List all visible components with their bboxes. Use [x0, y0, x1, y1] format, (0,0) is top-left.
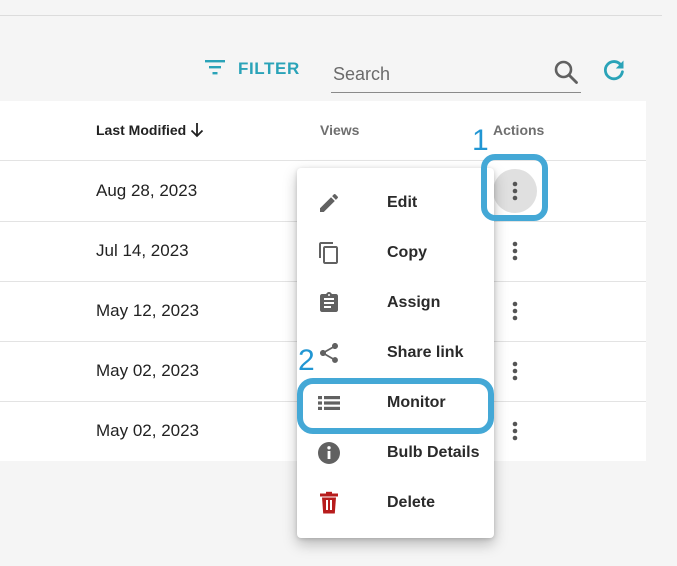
menu-item-copy[interactable]: Copy: [297, 228, 494, 278]
more-vert-icon: [512, 241, 518, 261]
column-header-views[interactable]: Views: [320, 122, 359, 138]
menu-item-label: Monitor: [387, 394, 446, 411]
filter-icon: [204, 58, 226, 81]
search-input[interactable]: [331, 60, 550, 88]
last-modified-cell: Jul 14, 2023: [96, 241, 189, 260]
menu-item-edit[interactable]: Edit: [297, 178, 494, 228]
sort-arrow-down-icon: [190, 122, 204, 138]
menu-item-label: Delete: [387, 494, 436, 511]
menu-item-label: Copy: [387, 244, 427, 261]
divider: [0, 15, 662, 16]
menu-item-label: Bulb Details: [387, 444, 480, 461]
menu-item-label: Share link: [387, 344, 464, 361]
menu-item-label: Edit: [387, 194, 418, 211]
filter-button[interactable]: FILTER: [204, 56, 300, 82]
pencil-icon: [317, 191, 341, 215]
copy-icon: [317, 241, 341, 265]
menu-item-monitor[interactable]: Monitor: [297, 378, 494, 428]
more-actions-button[interactable]: [493, 169, 537, 213]
last-modified-cell: May 02, 2023: [96, 361, 200, 380]
trash-icon: [317, 491, 341, 515]
info-icon: [317, 441, 341, 465]
share-icon: [317, 341, 341, 365]
refresh-icon[interactable]: [601, 57, 627, 88]
more-actions-button[interactable]: [505, 359, 525, 383]
more-actions-button[interactable]: [505, 299, 525, 323]
table-header: Last Modified Views Actions: [0, 101, 646, 161]
last-modified-cell: Aug 28, 2023: [96, 181, 198, 200]
more-actions-button[interactable]: [505, 239, 525, 263]
menu-item-delete[interactable]: Delete: [297, 478, 494, 528]
step-number: 1: [472, 124, 489, 157]
clipboard-icon: [317, 291, 341, 315]
filter-label: FILTER: [238, 59, 300, 78]
menu-item-assign[interactable]: Assign: [297, 278, 494, 328]
more-vert-icon: [512, 301, 518, 321]
actions-menu: Edit Copy Assign Share link Monitor Bulb…: [297, 168, 494, 538]
column-header-label: Last Modified: [96, 122, 187, 138]
more-vert-icon: [512, 421, 518, 441]
more-vert-icon: [512, 181, 518, 201]
toolbar: FILTER: [0, 0, 677, 101]
list-icon: [317, 391, 341, 415]
step-number: 2: [298, 344, 315, 377]
menu-item-label: Assign: [387, 294, 441, 311]
more-vert-icon: [512, 361, 518, 381]
search-icon[interactable]: [553, 59, 579, 90]
menu-item-bulb-details[interactable]: Bulb Details: [297, 428, 494, 478]
column-header-actions: Actions: [493, 122, 545, 138]
last-modified-cell: May 12, 2023: [96, 301, 200, 320]
search-field: [331, 52, 581, 93]
last-modified-cell: May 02, 2023: [96, 421, 200, 440]
column-header-last-modified[interactable]: Last Modified: [96, 122, 204, 138]
more-actions-button[interactable]: [505, 419, 525, 443]
menu-item-share-link[interactable]: Share link: [297, 328, 494, 378]
